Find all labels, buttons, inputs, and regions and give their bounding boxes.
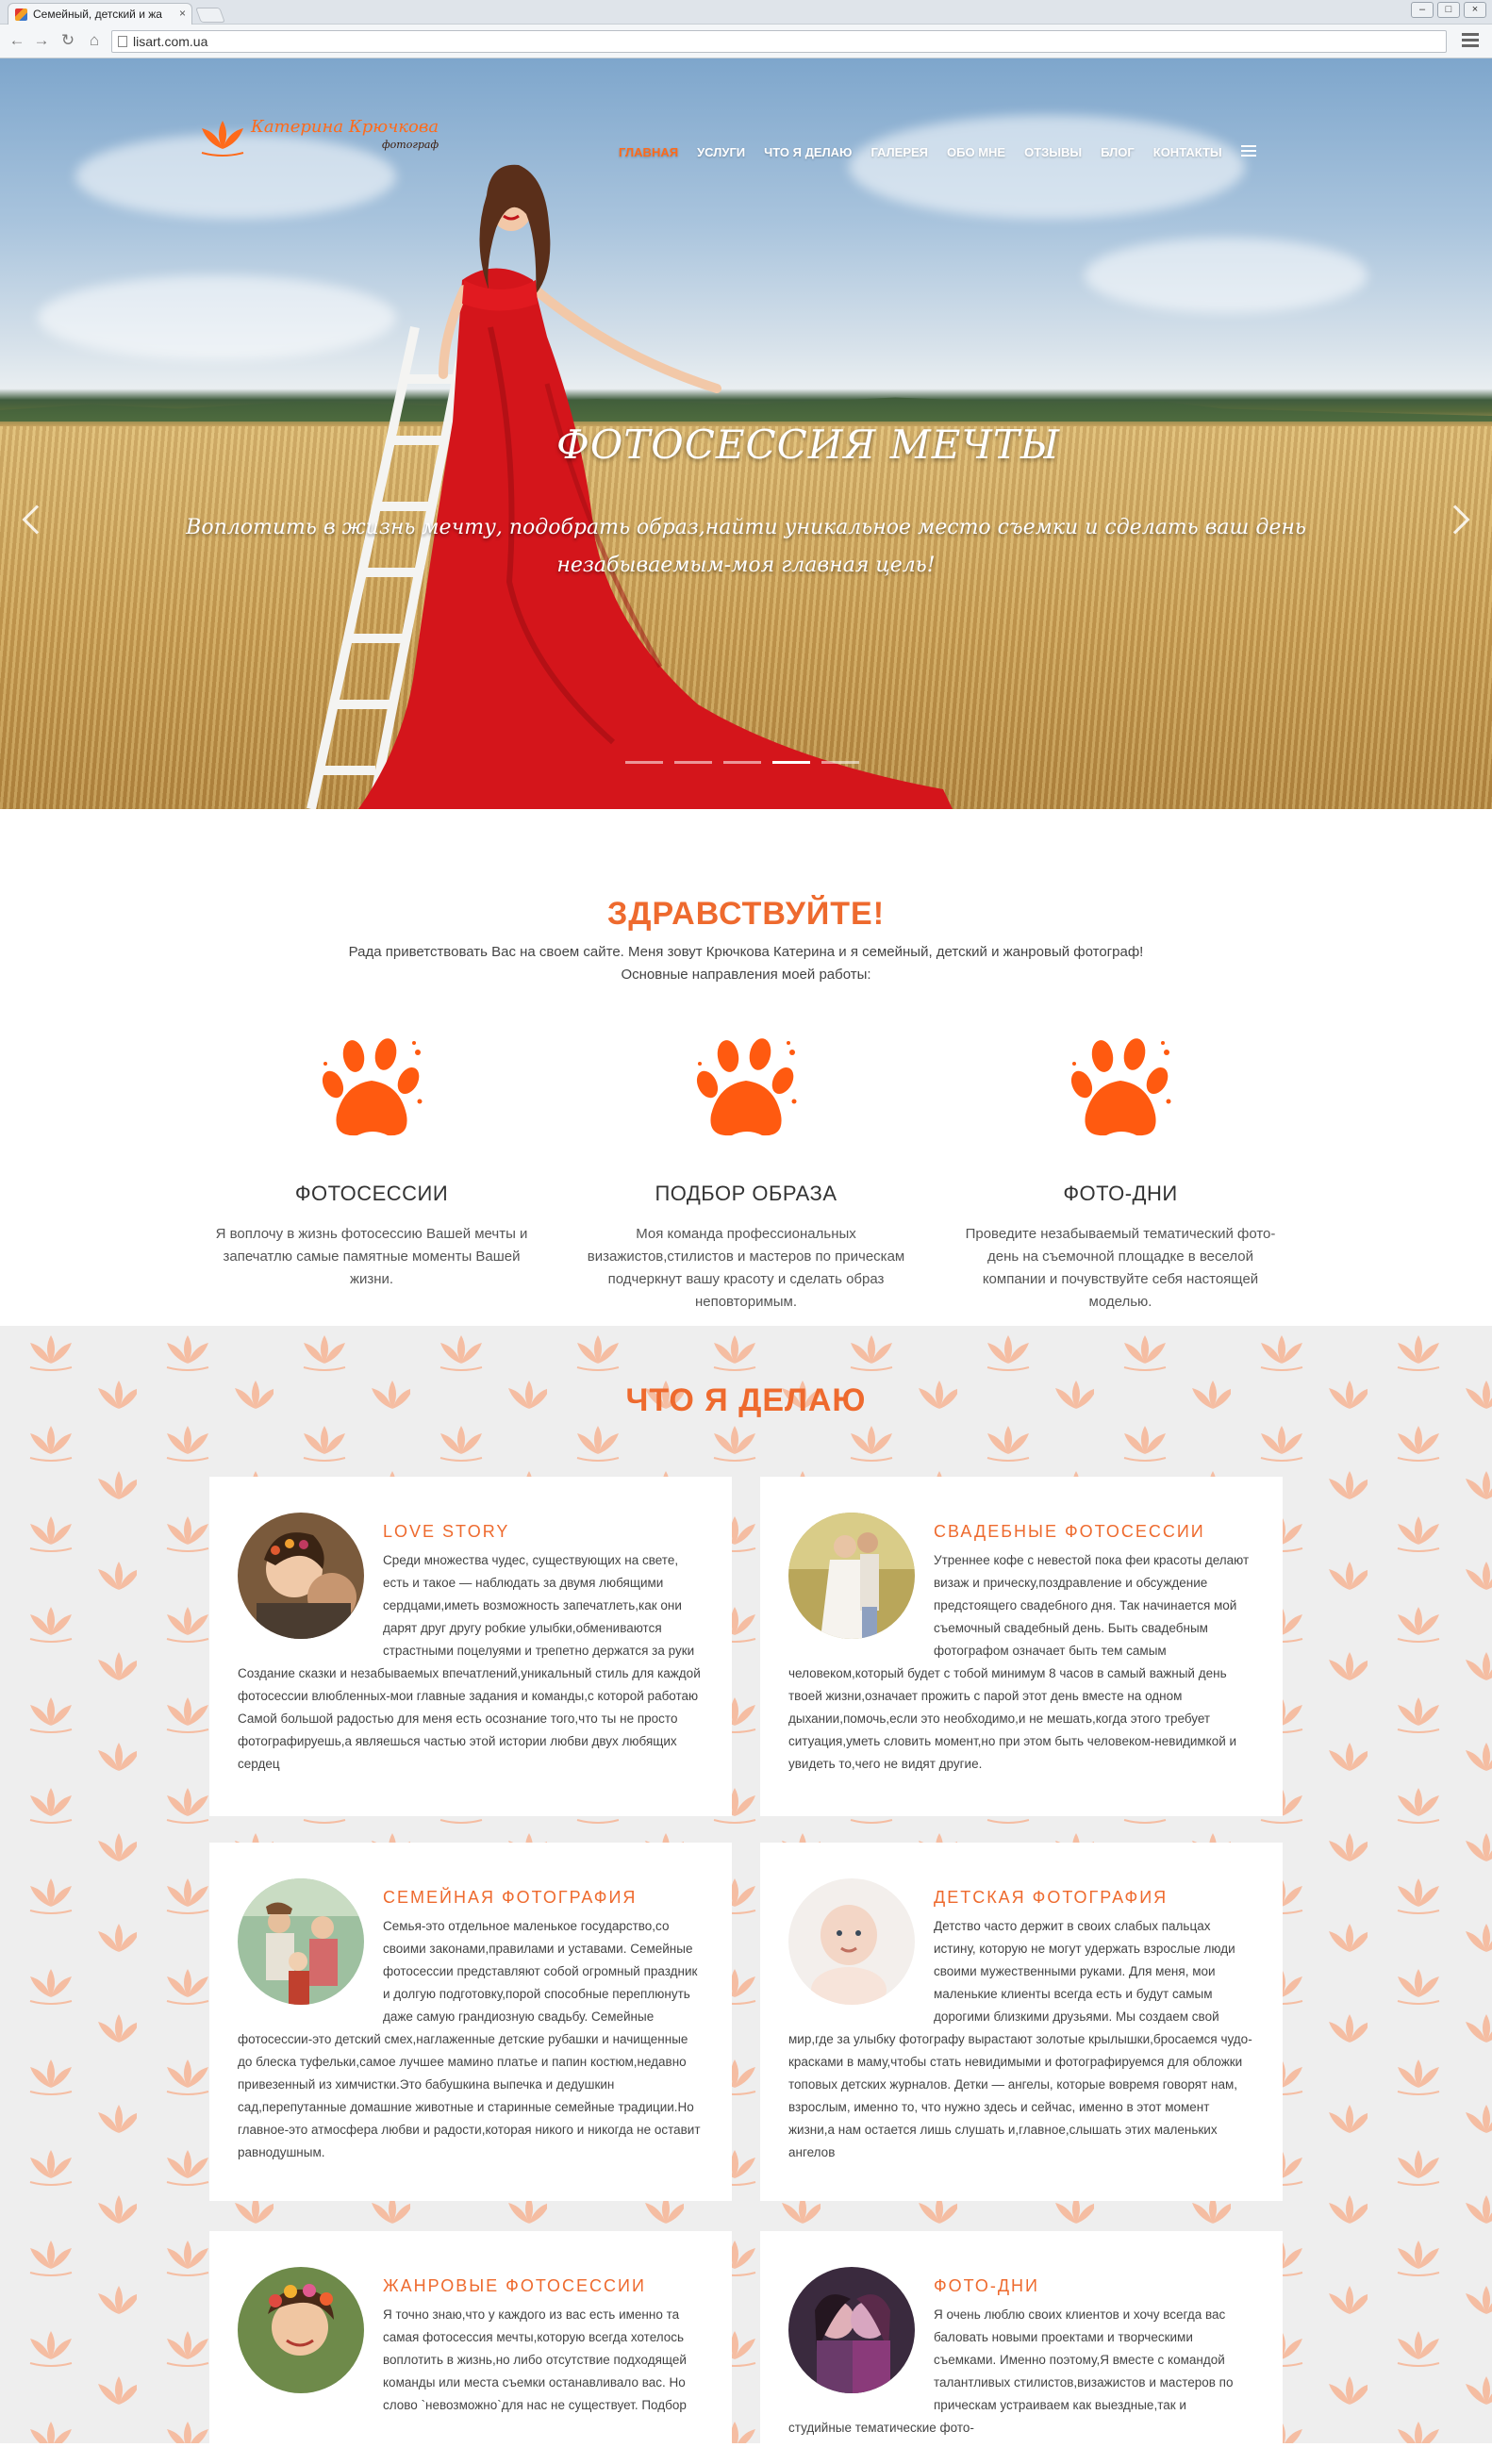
service-card-wedding[interactable]: СВАДЕБНЫЕ ФОТОСЕССИИ Утреннее кофе с нев…	[760, 1477, 1283, 1816]
photo-days-avatar	[788, 2267, 915, 2393]
genre-avatar	[238, 2267, 364, 2393]
back-button[interactable]: ←	[8, 31, 26, 50]
slider-dot-active[interactable]	[772, 761, 810, 764]
feature-text: Моя команда профессиональных визажистов,…	[587, 1226, 905, 1310]
slider-dot[interactable]	[723, 761, 761, 764]
nav-item-what-i-do[interactable]: Что я делаю	[764, 145, 852, 159]
greeting-intro: Рада приветствовать Вас на своем сайте. …	[0, 941, 1492, 986]
new-tab-button[interactable]	[195, 8, 225, 23]
what-i-do-title: ЧТО Я ДЕЛАЮ	[625, 1382, 867, 1418]
feature-image-selection: ПОДБОР ОБРАЗА Моя команда профессиональн…	[572, 1035, 920, 1314]
woman-in-red-dress-image	[307, 164, 953, 809]
family-avatar	[238, 1878, 364, 2005]
home-button[interactable]: ⌂	[85, 31, 104, 50]
tab-title: Семейный, детский и жа	[33, 8, 162, 21]
address-bar[interactable]: lisart.com.ua	[111, 30, 1447, 53]
greeting-line-1: Рада приветствовать Вас на своем сайте. …	[348, 944, 1144, 960]
main-nav: Главная Услуги Что я делаю Галерея Обо м…	[619, 145, 1256, 159]
joomla-favicon-icon	[15, 8, 27, 21]
logo-subtitle: фотограф	[382, 139, 439, 151]
service-card-photo-days[interactable]: ФОТО-ДНИ Я очень люблю своих клиентов и …	[760, 2231, 1283, 2443]
forward-button[interactable]: →	[32, 31, 51, 50]
browser-tab[interactable]: Семейный, детский и жа ×	[8, 3, 192, 25]
paw-icon	[1070, 1038, 1171, 1136]
hero-title: ФОТОСЕССИЯ МЕЧТЫ	[556, 422, 1061, 468]
service-card-family[interactable]: СЕМЕЙНАЯ ФОТОГРАФИЯ Семья-это отдельное …	[209, 1843, 732, 2201]
minimize-button[interactable]: –	[1411, 2, 1434, 18]
nav-item-blog[interactable]: Блог	[1101, 145, 1135, 159]
what-i-do-section: ЧТО Я ДЕЛАЮ LOVE STORY Среди множества ч…	[0, 1326, 1492, 2443]
nav-item-gallery[interactable]: Галерея	[870, 145, 928, 159]
maximize-button[interactable]: □	[1437, 2, 1460, 18]
service-card-kids[interactable]: ДЕТСКАЯ ФОТОГРАФИЯ Детство часто держит …	[760, 1843, 1283, 2201]
browser-toolbar: ← → ↻ ⌂ lisart.com.ua	[0, 25, 1492, 58]
service-card-genre[interactable]: ЖАНРОВЫЕ ФОТОСЕССИИ Я точно знаю,что у к…	[209, 2231, 732, 2443]
greeting-section: ЗДРАВСТВУЙТЕ! Рада приветствовать Вас на…	[0, 809, 1492, 1326]
page-icon	[118, 36, 127, 47]
window-controls: – □ ×	[1411, 2, 1486, 18]
hero-subtitle: Воплотить в жизнь мечту, подобрать образ…	[186, 516, 1306, 577]
feature-title: ФОТО-ДНИ	[1063, 1182, 1178, 1205]
kids-avatar	[788, 1878, 915, 2005]
site-logo[interactable]: Катерина Крючкова фотограф	[198, 117, 439, 160]
nav-item-home[interactable]: Главная	[619, 145, 678, 159]
service-card-love-story[interactable]: LOVE STORY Среди множества чудес, сущест…	[209, 1477, 732, 1816]
close-window-button[interactable]: ×	[1464, 2, 1486, 18]
slider-dot[interactable]	[821, 761, 859, 764]
wedding-avatar	[788, 1513, 915, 1639]
browser-menu-icon[interactable]	[1462, 33, 1479, 48]
paw-icon	[696, 1038, 797, 1136]
hero-slider: Катерина Крючкова фотограф Главная Услуг…	[0, 58, 1492, 809]
greeting-line-2: Основные направления моей работы:	[621, 967, 871, 983]
feature-title: ПОДБОР ОБРАЗА	[655, 1182, 837, 1205]
feature-text: Проведите незабываемый тематический фото…	[965, 1226, 1276, 1310]
features-row: ФОТОСЕССИИ Я воплочу в жизнь фотосессию …	[198, 1035, 1294, 1314]
nav-item-services[interactable]: Услуги	[697, 145, 745, 159]
feature-photo-days: ФОТО-ДНИ Проведите незабываемый тематиче…	[947, 1035, 1294, 1314]
paw-icon	[322, 1038, 423, 1136]
slider-dot[interactable]	[625, 761, 663, 764]
url-text: lisart.com.ua	[133, 34, 208, 49]
feature-photosessions: ФОТОСЕССИИ Я воплочу в жизнь фотосессию …	[198, 1035, 545, 1314]
slider-dot[interactable]	[674, 761, 712, 764]
slider-dots	[625, 761, 859, 764]
nav-item-about[interactable]: Обо мне	[947, 145, 1005, 159]
browser-tabstrip: Семейный, детский и жа × – □ ×	[0, 0, 1492, 25]
lotus-logo-icon	[201, 121, 244, 157]
love-story-avatar	[238, 1513, 364, 1639]
feature-text: Я воплочу в жизнь фотосессию Вашей мечты…	[215, 1226, 528, 1287]
greeting-title: ЗДРАВСТВУЙТЕ!	[606, 896, 886, 932]
cloud	[1085, 238, 1368, 313]
hamburger-menu-icon[interactable]	[1240, 145, 1256, 158]
nav-item-contacts[interactable]: Контакты	[1153, 145, 1222, 159]
tab-close-icon[interactable]: ×	[179, 7, 186, 20]
logo-name: Катерина Крючкова	[251, 117, 439, 137]
reload-button[interactable]: ↻	[58, 31, 77, 50]
nav-item-reviews[interactable]: Отзывы	[1024, 145, 1082, 159]
feature-title: ФОТОСЕССИИ	[294, 1182, 449, 1205]
